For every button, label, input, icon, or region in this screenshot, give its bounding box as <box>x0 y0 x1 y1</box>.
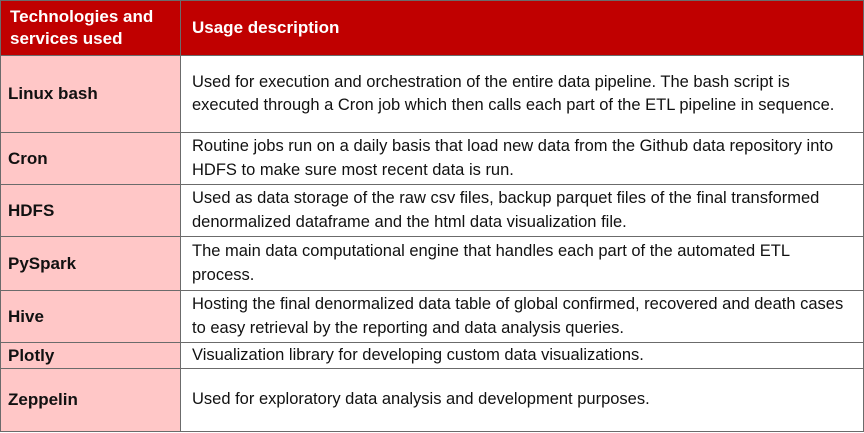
tech-description-cell: Hosting the final denormalized data tabl… <box>180 290 864 343</box>
tech-name-cell: HDFS <box>0 184 181 237</box>
tech-name-cell: Zeppelin <box>0 368 181 432</box>
table-row: Zeppelin Used for exploratory data analy… <box>0 368 864 432</box>
tech-name-cell: Plotly <box>0 342 181 369</box>
technologies-table: Technologies and services used Usage des… <box>0 0 864 432</box>
table-row: Cron Routine jobs run on a daily basis t… <box>0 132 864 185</box>
tech-description-cell: The main data computational engine that … <box>180 236 864 291</box>
table-header-row: Technologies and services used Usage des… <box>0 0 864 56</box>
tech-name-cell: Linux bash <box>0 55 181 133</box>
header-technologies: Technologies and services used <box>0 0 181 56</box>
tech-name-cell: PySpark <box>0 236 181 291</box>
tech-description-cell: Used for exploratory data analysis and d… <box>180 368 864 432</box>
tech-name-cell: Hive <box>0 290 181 343</box>
tech-description-cell: Visualization library for developing cus… <box>180 342 864 369</box>
table-row: Plotly Visualization library for develop… <box>0 342 864 369</box>
tech-description-cell: Routine jobs run on a daily basis that l… <box>180 132 864 185</box>
table-row: Linux bash Used for execution and orches… <box>0 55 864 133</box>
table-row: PySpark The main data computational engi… <box>0 236 864 291</box>
tech-name-cell: Cron <box>0 132 181 185</box>
tech-description-cell: Used as data storage of the raw csv file… <box>180 184 864 237</box>
tech-description-cell: Used for execution and orchestration of … <box>180 55 864 133</box>
table-row: Hive Hosting the final denormalized data… <box>0 290 864 343</box>
header-usage-description: Usage description <box>180 0 864 56</box>
table-row: HDFS Used as data storage of the raw csv… <box>0 184 864 237</box>
